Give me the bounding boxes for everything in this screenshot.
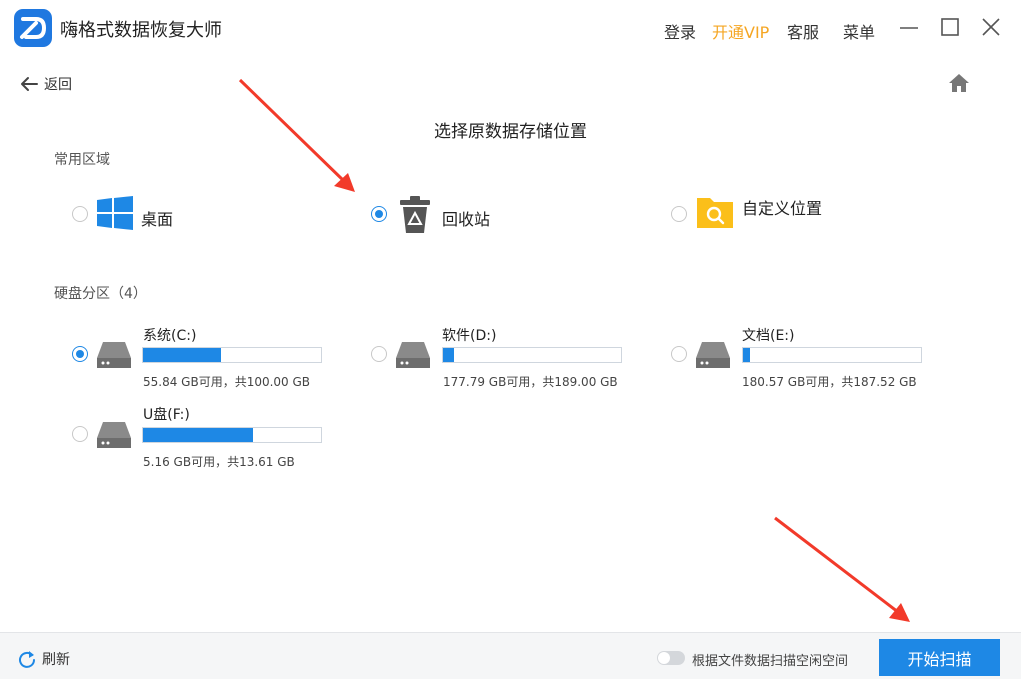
drive-d-radio[interactable] bbox=[371, 346, 387, 362]
refresh-label: 刷新 bbox=[42, 652, 70, 668]
drive-e-capacity: 180.57 GB可用，共187.52 GB bbox=[742, 375, 917, 389]
title-bar: 嗨格式数据恢复大师 登录 开通VIP 客服 菜单 bbox=[0, 0, 1021, 60]
drive-c-usage-bar bbox=[142, 347, 322, 363]
scan-free-space-label: 根据文件数据扫描空闲空间 bbox=[692, 654, 849, 669]
home-icon bbox=[949, 74, 969, 92]
drive-d-usage-fill bbox=[443, 348, 454, 362]
app-title: 嗨格式数据恢复大师 bbox=[60, 20, 222, 41]
footer-bar: 刷新 根据文件数据扫描空闲空间 开始扫描 bbox=[0, 632, 1021, 679]
hard-drive-icon bbox=[396, 342, 430, 368]
arrow-left-icon bbox=[21, 77, 38, 91]
close-icon bbox=[982, 18, 1000, 36]
desktop-radio[interactable] bbox=[72, 206, 88, 222]
minimize-icon bbox=[900, 27, 918, 29]
windows-icon bbox=[97, 196, 133, 234]
maximize-button[interactable] bbox=[939, 16, 961, 38]
custom-location-label: 自定义位置 bbox=[742, 199, 823, 218]
drive-e-radio[interactable] bbox=[671, 346, 687, 362]
drive-c-capacity: 55.84 GB可用，共100.00 GB bbox=[143, 375, 311, 389]
menu-link[interactable]: 菜单 bbox=[843, 19, 875, 43]
drive-e-name: 文档(E:) bbox=[742, 328, 795, 344]
hard-drive-icon bbox=[97, 342, 131, 368]
page-title: 选择原数据存储位置 bbox=[434, 122, 587, 142]
drive-d-usage-bar bbox=[442, 347, 622, 363]
custom-location-radio[interactable] bbox=[671, 206, 687, 222]
hard-drive-icon bbox=[97, 422, 131, 448]
login-link[interactable]: 登录 bbox=[664, 19, 696, 43]
drive-f-capacity: 5.16 GB可用，共13.61 GB bbox=[143, 455, 295, 469]
hard-drive-icon bbox=[696, 342, 730, 368]
drive-c-usage-fill bbox=[143, 348, 222, 362]
drives-section-label: 硬盘分区（4） bbox=[54, 286, 147, 302]
back-button[interactable]: 返回 bbox=[20, 74, 72, 94]
service-link[interactable]: 客服 bbox=[787, 19, 819, 43]
minimize-button[interactable] bbox=[898, 16, 920, 38]
start-scan-button[interactable]: 开始扫描 bbox=[879, 639, 1000, 676]
maximize-icon bbox=[941, 18, 959, 36]
drive-e-usage-fill bbox=[743, 348, 751, 362]
scan-free-space-toggle[interactable] bbox=[657, 651, 685, 665]
drive-d-name: 软件(D:) bbox=[442, 328, 497, 344]
home-button[interactable] bbox=[947, 72, 971, 94]
recycle-bin-icon bbox=[398, 194, 432, 238]
drive-e-usage-bar bbox=[742, 347, 922, 363]
vip-link[interactable]: 开通VIP bbox=[712, 19, 769, 43]
drive-d-capacity: 177.79 GB可用，共189.00 GB bbox=[443, 375, 618, 389]
close-button[interactable] bbox=[980, 16, 1002, 38]
app-logo-icon bbox=[14, 9, 52, 47]
drive-c-name: 系统(C:) bbox=[143, 328, 197, 344]
drive-f-usage-bar bbox=[142, 427, 322, 443]
drive-f-radio[interactable] bbox=[72, 426, 88, 442]
refresh-icon bbox=[19, 651, 35, 668]
drive-f-name: U盘(F:) bbox=[143, 407, 190, 423]
drive-f-usage-fill bbox=[143, 428, 254, 442]
common-section-label: 常用区域 bbox=[54, 152, 110, 168]
recycle-bin-radio[interactable] bbox=[371, 206, 387, 222]
back-label: 返回 bbox=[44, 77, 72, 93]
desktop-label: 桌面 bbox=[141, 210, 174, 229]
drive-c-radio[interactable] bbox=[72, 346, 88, 362]
refresh-button[interactable]: 刷新 bbox=[18, 649, 70, 669]
recycle-bin-label: 回收站 bbox=[442, 210, 491, 229]
folder-search-icon bbox=[695, 194, 735, 234]
